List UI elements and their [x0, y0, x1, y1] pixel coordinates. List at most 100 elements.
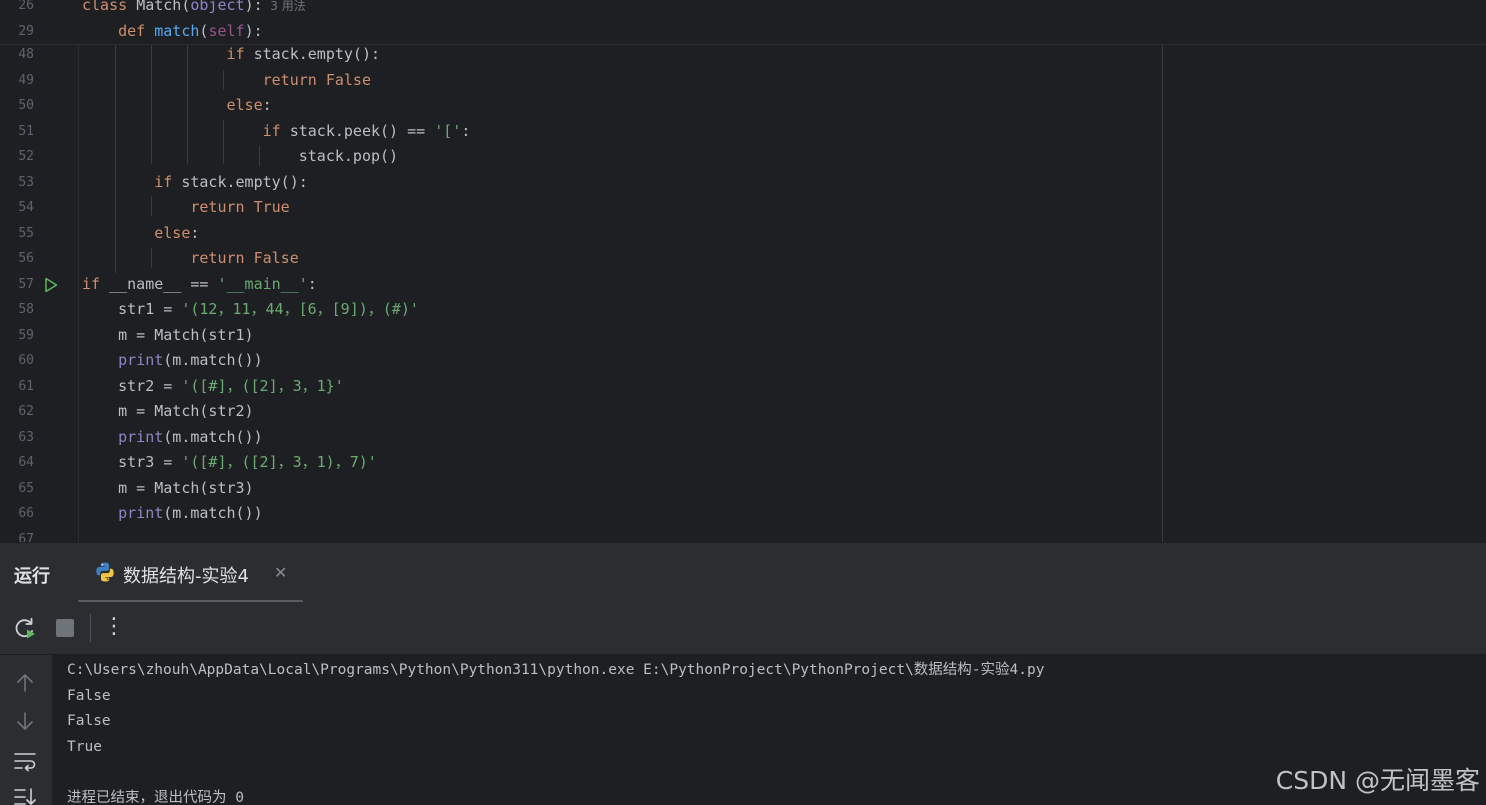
code-line[interactable]: 55 else: [0, 221, 1486, 247]
line-number[interactable]: 60 [0, 348, 34, 374]
line-number[interactable]: 61 [0, 374, 34, 400]
code-text[interactable]: if __name__ == '__main__': [82, 272, 317, 298]
code-token: if [154, 172, 182, 191]
code-text[interactable]: print(m.match()) [82, 501, 263, 527]
rerun-icon[interactable] [13, 616, 37, 640]
line-number[interactable]: 53 [0, 170, 34, 196]
code-text[interactable]: str3 = '([#]，([2]，3，1)，7)' [82, 450, 377, 476]
code-line[interactable]: 62 m = Match(str2) [0, 399, 1486, 425]
code-token: '__main__' [217, 274, 308, 293]
code-text[interactable]: class Match(object): 3 用法 [82, 0, 306, 20]
code-text[interactable]: def match(self): [82, 19, 263, 45]
code-token: object [190, 0, 245, 14]
line-number[interactable]: 62 [0, 399, 34, 425]
code-token: m = Match(str2) [82, 402, 254, 420]
code-token: str2 = [82, 376, 182, 395]
code-text[interactable]: m = Match(str1) [82, 323, 254, 349]
code-line[interactable]: 29 def match(self): [0, 19, 1486, 45]
arrow-up-icon[interactable] [13, 671, 37, 695]
line-number[interactable]: 67 [0, 527, 34, 543]
code-line[interactable]: 60 print(m.match()) [0, 348, 1486, 374]
code-token: : [262, 96, 272, 114]
close-icon[interactable]: ✕ [274, 565, 287, 581]
code-line[interactable]: 56 return False [0, 246, 1486, 272]
run-tool-window-header: 运行 数据结构-实验4 ✕ [0, 542, 1486, 603]
line-number[interactable]: 59 [0, 323, 34, 349]
code-line[interactable]: 49 return False [0, 68, 1486, 94]
code-line[interactable]: 51 if stack.peek() == '[': [0, 119, 1486, 145]
code-line[interactable]: 59 m = Match(str1) [0, 323, 1486, 349]
line-number[interactable]: 51 [0, 119, 34, 145]
code-line[interactable]: 67 [0, 527, 1486, 543]
code-text[interactable]: str1 = '(12，11，44，[6，[9])，(#)' [82, 297, 419, 323]
code-line[interactable]: 63 print(m.match()) [0, 425, 1486, 451]
code-token: stack.pop() [298, 147, 399, 165]
code-text[interactable]: stack.pop() [82, 144, 398, 170]
code-token: '([#]，([2]，3，1)，7)' [181, 453, 377, 471]
code-token: m = Match(str1) [82, 325, 254, 344]
code-text[interactable]: return True [82, 195, 289, 221]
code-text[interactable]: print(m.match()) [82, 425, 263, 451]
code-line[interactable]: 54 return True [0, 195, 1486, 221]
console-output[interactable]: C:\Users\zhouh\AppData\Local\Programs\Py… [0, 655, 1486, 805]
line-number[interactable]: 58 [0, 297, 34, 323]
more-options-icon[interactable]: ⋮ [102, 614, 126, 639]
tab-run-config[interactable]: 数据结构-实验4 ✕ [78, 543, 303, 603]
stop-icon[interactable] [53, 616, 77, 640]
code-text[interactable]: print(m.match()) [82, 348, 263, 374]
arrow-down-icon[interactable] [13, 709, 37, 733]
run-gutter-icon[interactable] [44, 277, 58, 293]
line-number[interactable]: 26 [0, 0, 34, 19]
code-line[interactable]: 64 str3 = '([#]，([2]，3，1)，7)' [0, 450, 1486, 476]
code-token: return False [190, 249, 299, 267]
line-number[interactable]: 66 [0, 501, 34, 527]
code-text[interactable]: m = Match(str2) [82, 399, 254, 425]
code-line[interactable]: 50 else: [0, 93, 1486, 119]
run-panel-title: 运行 [14, 566, 50, 587]
code-text[interactable]: else: [82, 93, 272, 119]
code-editor[interactable]: 26 class Match(object): 3 用法 29 def match(… [0, 0, 1486, 542]
sticky-scroll-header[interactable]: 26 class Match(object): 3 用法 29 def match(… [0, 0, 1486, 44]
line-number[interactable]: 29 [0, 19, 34, 45]
line-number[interactable]: 48 [0, 42, 34, 68]
code-token: Match( [136, 0, 191, 14]
line-number[interactable]: 55 [0, 221, 34, 247]
line-number[interactable]: 56 [0, 246, 34, 272]
line-number[interactable]: 52 [0, 144, 34, 170]
code-line[interactable]: 65 m = Match(str3) [0, 476, 1486, 502]
code-line[interactable]: 48 if stack.empty(): [0, 42, 1486, 68]
code-text[interactable]: return False [82, 246, 299, 272]
scroll-to-end-icon[interactable] [13, 785, 37, 805]
code-line[interactable]: 26 class Match(object): 3 用法 [0, 0, 1486, 19]
line-number[interactable]: 49 [0, 68, 34, 94]
code-line[interactable]: 58 str1 = '(12，11，44，[6，[9])，(#)' [0, 297, 1486, 323]
code-text[interactable]: str2 = '([#]，([2]，3，1}' [82, 374, 344, 400]
line-number[interactable]: 65 [0, 476, 34, 502]
line-number[interactable]: 54 [0, 195, 34, 221]
code-token: else [226, 96, 263, 114]
code-line[interactable]: 53 if stack.empty(): [0, 170, 1486, 196]
code-text[interactable]: m = Match(str3) [82, 476, 253, 502]
code-line[interactable]: 66 print(m.match()) [0, 501, 1486, 527]
line-number[interactable]: 64 [0, 450, 34, 476]
line-number[interactable]: 63 [0, 425, 34, 451]
code-text[interactable]: else: [82, 221, 199, 247]
code-text[interactable]: if stack.empty(): [82, 170, 308, 196]
code-token: print [118, 351, 164, 369]
console-line: False [67, 687, 111, 704]
code-line[interactable]: 61 str2 = '([#]，([2]，3，1}' [0, 374, 1486, 400]
soft-wrap-icon[interactable] [13, 749, 37, 773]
code-line[interactable]: 57 if __name__ == '__main__': [0, 272, 1486, 298]
code-text[interactable]: if stack.peek() == '[': [82, 119, 471, 145]
toolbar-separator [90, 614, 91, 642]
code-text[interactable]: if stack.empty(): [82, 42, 381, 68]
code-text[interactable]: return False [82, 68, 371, 94]
code-line[interactable]: 52 stack.pop() [0, 144, 1486, 170]
line-number[interactable]: 57 [0, 272, 34, 298]
line-number[interactable]: 50 [0, 93, 34, 119]
